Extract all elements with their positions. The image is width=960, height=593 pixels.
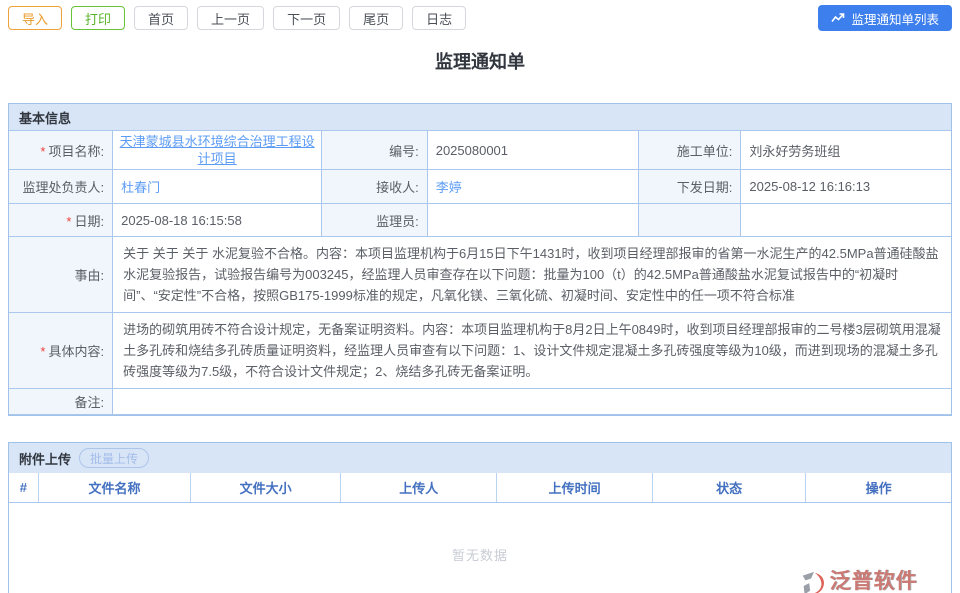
empty-data-text: 暂无数据 <box>9 503 951 564</box>
attachment-table: # 文件名称 文件大小 上传人 上传时间 状态 操作 <box>9 473 951 503</box>
attachment-header: 附件上传 批量上传 <box>9 443 951 473</box>
supervisor-head-value: 杜春门 <box>113 170 322 204</box>
trending-up-icon <box>831 12 845 24</box>
number-value: 2025080001 <box>427 131 638 170</box>
toolbar: 导入 打印 首页 上一页 下一页 尾页 日志 监理通知单列表 <box>0 0 960 31</box>
empty-value-cell <box>741 204 951 237</box>
table-row: *日期: 2025-08-18 16:15:58 监理员: <box>9 204 951 237</box>
col-index: # <box>9 473 38 502</box>
supervisor-head-label: 监理处负责人: <box>9 170 113 204</box>
notice-list-button-label: 监理通知单列表 <box>851 9 939 28</box>
contractor-value: 刘永好劳务班组 <box>741 131 951 170</box>
col-file-name: 文件名称 <box>38 473 191 502</box>
project-name-label: *项目名称: <box>9 131 113 170</box>
col-file-size: 文件大小 <box>191 473 341 502</box>
date-label: *日期: <box>9 204 113 237</box>
print-button[interactable]: 打印 <box>71 6 125 30</box>
basic-info-section: 基本信息 *项目名称: 天津蒙城县水环境综合治理工程设计项目 编号: 20250… <box>8 103 952 416</box>
remark-label: 备注: <box>9 389 113 415</box>
remark-value <box>113 389 951 415</box>
receiver-label: 接收人: <box>322 170 428 204</box>
page-title: 监理通知单 <box>0 48 960 74</box>
required-mark: * <box>66 214 71 229</box>
table-row: *项目名称: 天津蒙城县水环境综合治理工程设计项目 编号: 2025080001… <box>9 131 951 170</box>
fanpu-watermark: 泛普软件 www.fanpusoft.com <box>798 570 947 593</box>
attachment-section: 附件上传 批量上传 # 文件名称 文件大小 上传人 上传时间 状态 操作 暂无数… <box>8 442 952 593</box>
reason-label: 事由: <box>9 237 113 313</box>
batch-upload-button[interactable]: 批量上传 <box>79 448 149 468</box>
last-page-button[interactable]: 尾页 <box>349 6 403 30</box>
reason-value: 关于 关于 关于 水泥复验不合格。内容：本项目监理机构于6月15日下午1431时… <box>113 237 951 313</box>
inspector-value <box>427 204 638 237</box>
notice-list-button[interactable]: 监理通知单列表 <box>818 5 952 31</box>
attachment-table-header-row: # 文件名称 文件大小 上传人 上传时间 状态 操作 <box>9 473 951 502</box>
table-row: *具体内容: 进场的砌筑用砖不符合设计规定，无备案证明资料。内容：本项目监理机构… <box>9 313 951 389</box>
col-uploader: 上传人 <box>341 473 497 502</box>
fanpu-logo-texts: 泛普软件 www.fanpusoft.com <box>830 571 947 593</box>
col-status: 状态 <box>652 473 806 502</box>
issue-date-label: 下发日期: <box>638 170 741 204</box>
content-value: 进场的砌筑用砖不符合设计规定，无备案证明资料。内容：本项目监理机构于8月2日上午… <box>113 313 951 389</box>
project-name-link[interactable]: 天津蒙城县水环境综合治理工程设计项目 <box>120 134 315 166</box>
supervisor-head-link[interactable]: 杜春门 <box>121 180 160 195</box>
log-button[interactable]: 日志 <box>412 6 466 30</box>
table-row: 事由: 关于 关于 关于 水泥复验不合格。内容：本项目监理机构于6月15日下午1… <box>9 237 951 313</box>
prev-page-button[interactable]: 上一页 <box>197 6 264 30</box>
contractor-label: 施工单位: <box>638 131 741 170</box>
table-row: 备注: <box>9 389 951 415</box>
receiver-value: 李婷 <box>427 170 638 204</box>
attachment-empty-area: 暂无数据 泛普软件 www.fanpusoft.com <box>9 503 951 593</box>
required-mark: * <box>40 344 45 359</box>
col-upload-time: 上传时间 <box>497 473 652 502</box>
basic-info-table: *项目名称: 天津蒙城县水环境综合治理工程设计项目 编号: 2025080001… <box>9 130 951 415</box>
project-name-value: 天津蒙城县水环境综合治理工程设计项目 <box>113 131 322 170</box>
content-label: *具体内容: <box>9 313 113 389</box>
number-label: 编号: <box>322 131 428 170</box>
fanpu-logo-icon <box>798 570 828 593</box>
issue-date-value: 2025-08-12 16:16:13 <box>741 170 951 204</box>
empty-label-cell <box>638 204 741 237</box>
col-actions: 操作 <box>806 473 951 502</box>
import-button[interactable]: 导入 <box>8 6 62 30</box>
inspector-label: 监理员: <box>322 204 428 237</box>
next-page-button[interactable]: 下一页 <box>273 6 340 30</box>
table-row: 监理处负责人: 杜春门 接收人: 李婷 下发日期: 2025-08-12 16:… <box>9 170 951 204</box>
first-page-button[interactable]: 首页 <box>134 6 188 30</box>
required-mark: * <box>40 144 45 159</box>
receiver-link[interactable]: 李婷 <box>436 180 462 195</box>
date-value: 2025-08-18 16:15:58 <box>113 204 322 237</box>
attachment-section-title: 附件上传 <box>19 449 71 468</box>
fanpu-brand-text: 泛普软件 <box>830 571 918 592</box>
basic-info-header: 基本信息 <box>9 104 951 130</box>
